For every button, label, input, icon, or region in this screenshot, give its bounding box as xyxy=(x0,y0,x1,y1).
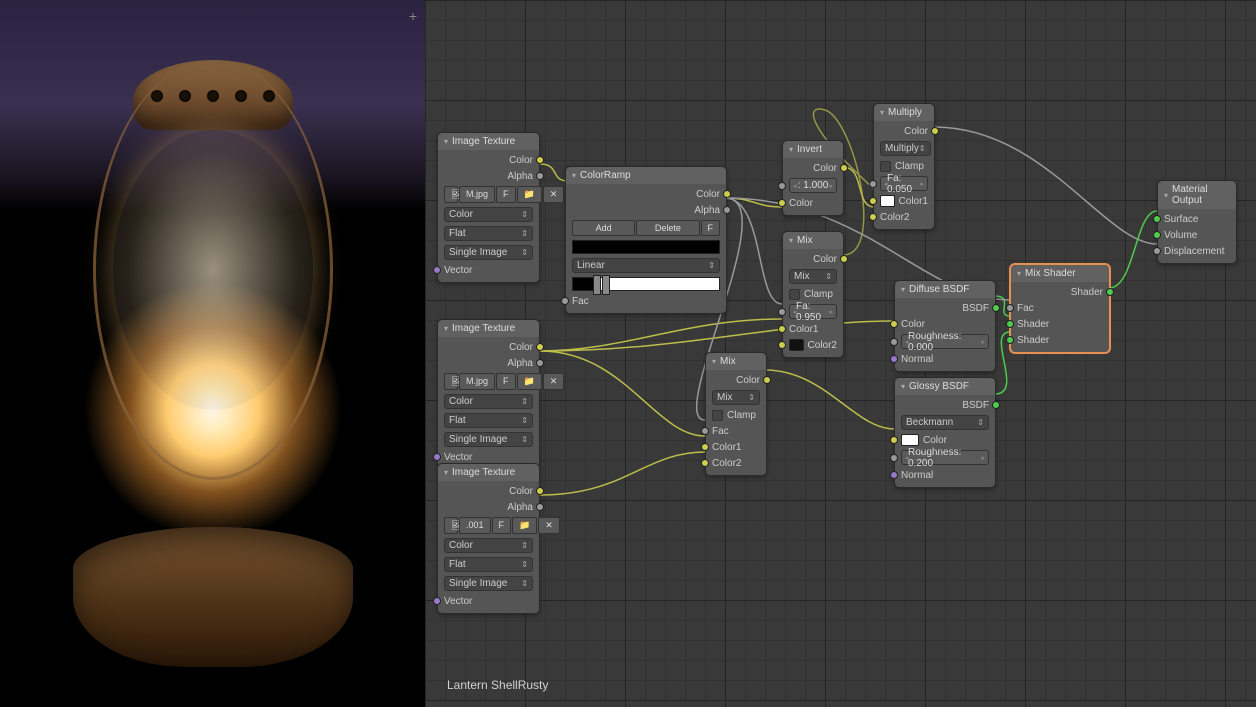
node-mix-2[interactable]: Mix Color Mix Clamp Fac Color1 Color2 xyxy=(705,352,767,476)
mix-fac-input[interactable]: Fa: 0.950 xyxy=(789,304,837,319)
ramp-gradient[interactable] xyxy=(572,277,720,291)
roughness-input[interactable]: Roughness: 0.000 xyxy=(901,334,989,349)
node-mix-1[interactable]: Mix Color Mix Clamp Fa: 0.950 Color1 Col… xyxy=(782,231,844,358)
node-colorramp[interactable]: ColorRamp Color Alpha Add Delete F Linea… xyxy=(565,166,727,314)
node-image-texture-1[interactable]: Image Texture Color Alpha 🖼 M.jpg F 📁 ✕ … xyxy=(437,132,540,283)
ramp-preview xyxy=(572,240,720,254)
source-dropdown[interactable]: Single Image xyxy=(444,245,533,260)
projection-dropdown[interactable]: Flat xyxy=(444,226,533,241)
image-browse-row[interactable]: 🖼 M.jpg F 📁 ✕ xyxy=(438,184,539,205)
blend-dropdown[interactable]: Mix xyxy=(789,269,837,284)
colorspace-dropdown[interactable]: Color xyxy=(444,207,533,222)
node-invert[interactable]: Invert Color : 1.000 Color xyxy=(782,140,844,216)
ramp-delete-button[interactable]: Delete xyxy=(636,220,699,236)
node-mix-shader[interactable]: Mix Shader Shader Fac Shader Shader xyxy=(1010,264,1110,353)
expand-icon[interactable]: + xyxy=(409,8,417,24)
clamp-checkbox[interactable] xyxy=(789,289,800,300)
interp-dropdown[interactable]: Linear xyxy=(572,258,720,273)
node-multiply[interactable]: Multiply Color Multiply Clamp Fa: 0.050 … xyxy=(873,103,935,230)
ramp-add-button[interactable]: Add xyxy=(572,220,635,236)
node-header[interactable]: Image Texture xyxy=(438,133,539,150)
ramp-flip-button[interactable]: F xyxy=(701,220,721,236)
node-material-output[interactable]: Material Output Surface Volume Displacem… xyxy=(1157,180,1237,264)
node-glossy-bsdf[interactable]: Glossy BSDF BSDF Beckmann Color Roughnes… xyxy=(894,377,996,488)
node-image-texture-2[interactable]: Image Texture Color Alpha 🖼 M.jpg F 📁✕ C… xyxy=(437,319,540,470)
node-diffuse-bsdf[interactable]: Diffuse BSDF BSDF Color Roughness: 0.000… xyxy=(894,280,996,372)
material-name-label: Lantern ShellRusty xyxy=(447,678,548,692)
color2-swatch[interactable] xyxy=(789,339,804,351)
node-image-texture-3[interactable]: Image Texture Color Alpha 🖼 .001 F 📁✕ Co… xyxy=(437,463,540,614)
node-editor[interactable]: Image Texture Color Alpha 🖼 M.jpg F 📁 ✕ … xyxy=(425,0,1256,707)
invert-fac-input[interactable]: : 1.000 xyxy=(789,178,837,193)
render-preview: + xyxy=(0,0,425,707)
distribution-dropdown[interactable]: Beckmann xyxy=(901,415,989,430)
